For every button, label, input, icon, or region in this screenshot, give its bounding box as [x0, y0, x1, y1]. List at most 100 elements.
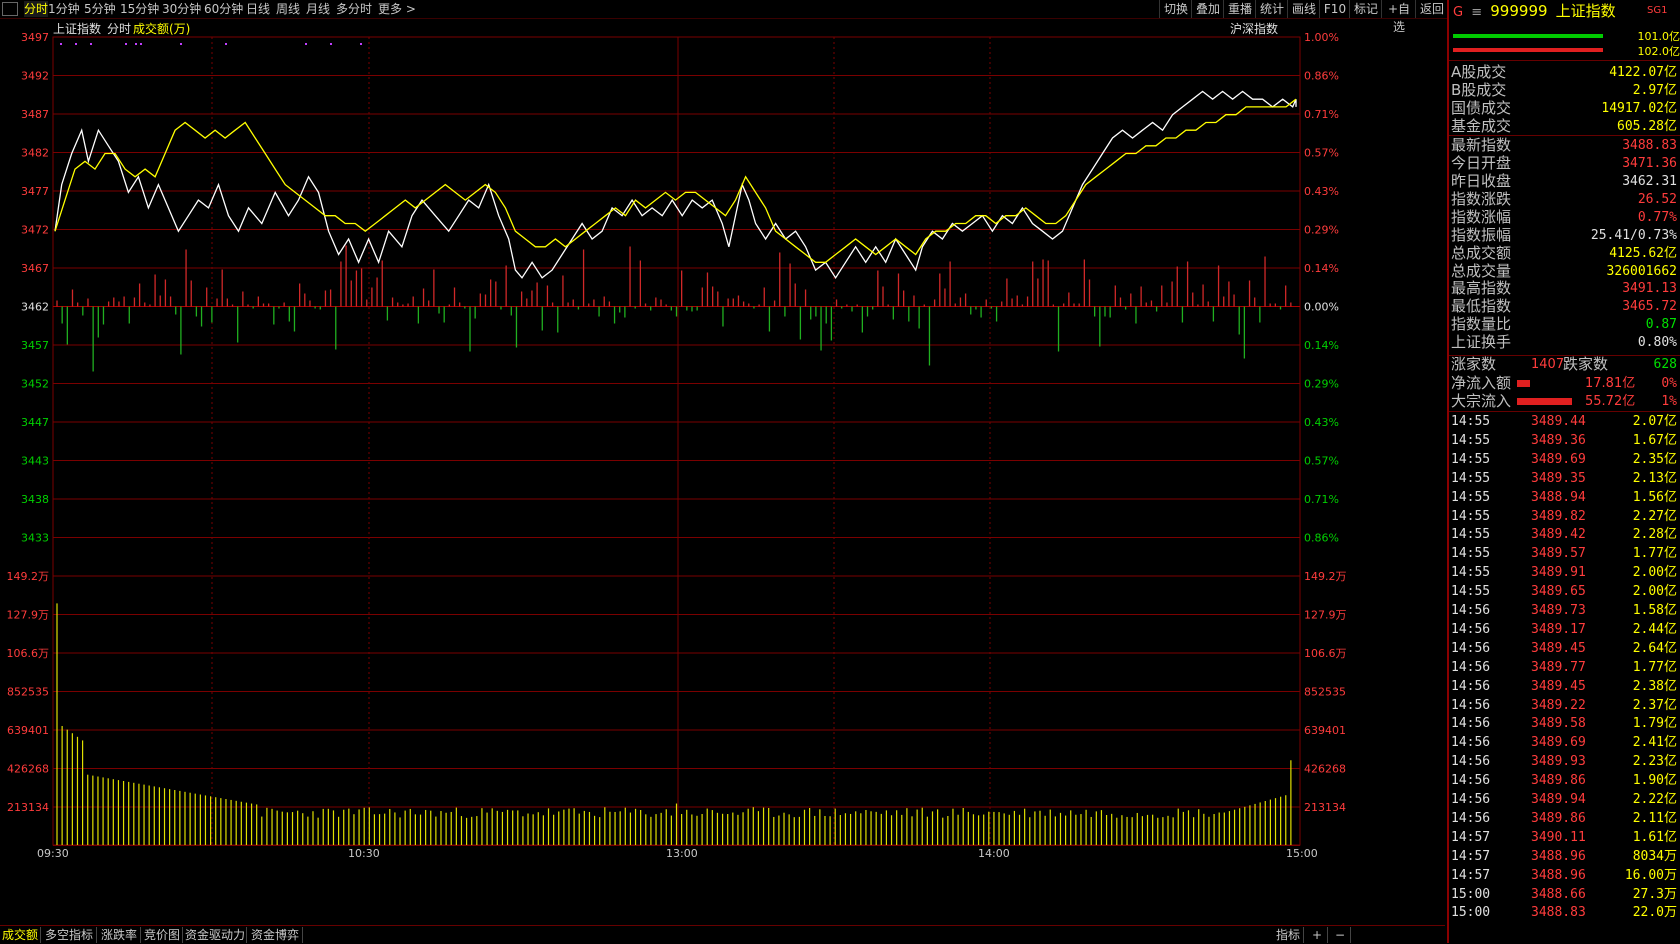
- toolbar-button[interactable]: 统计: [1255, 0, 1288, 18]
- quote-label: 指数振幅: [1451, 226, 1511, 245]
- tick-volume: 2.38亿: [1633, 678, 1677, 696]
- pct-tick-label: 1.00%: [1304, 31, 1339, 44]
- volume-tick-label: 149.2万: [7, 570, 50, 583]
- quote-label: 指数涨幅: [1451, 208, 1511, 227]
- tick-price: 3489.77: [1531, 659, 1586, 677]
- period-tab[interactable]: 多分时: [336, 1, 372, 17]
- quote-value: 0.87: [1646, 315, 1677, 334]
- volume-tick-label: 106.6万: [7, 647, 50, 660]
- tick-price: 3489.45: [1531, 640, 1586, 658]
- toolbar-button[interactable]: +自选: [1381, 0, 1416, 18]
- advance-count: 1407: [1531, 355, 1564, 374]
- tick-time: 14:56: [1451, 734, 1490, 752]
- stock-name: 上证指数: [1556, 2, 1616, 20]
- tick-volume: 2.23亿: [1633, 753, 1677, 771]
- toolbar-button[interactable]: 切换: [1159, 0, 1192, 18]
- pct-tick-label: 0.29%: [1304, 378, 1339, 391]
- event-marker: [225, 43, 227, 45]
- period-tab[interactable]: 30分钟: [162, 1, 201, 17]
- toolbar-button[interactable]: F10: [1319, 0, 1350, 18]
- chart-mode: 分时: [107, 22, 131, 36]
- event-marker: [60, 43, 62, 45]
- tick-row: 14:563489.172.44亿: [1451, 621, 1679, 639]
- period-tab[interactable]: 15分钟: [120, 1, 159, 17]
- toolbar-button[interactable]: 画线: [1287, 0, 1320, 18]
- price-tick-label: 3477: [21, 185, 49, 198]
- quote-label: 昨日收盘: [1451, 172, 1511, 191]
- tick-volume: 2.00亿: [1633, 564, 1677, 582]
- pct-tick-label: 0.14%: [1304, 339, 1339, 352]
- tick-time: 14:56: [1451, 715, 1490, 733]
- menu-icon[interactable]: ≡: [1471, 5, 1482, 20]
- quote-sidebar: G ≡ 999999 上证指数 SG1 101.0亿 102.0亿 A股成交41…: [1447, 0, 1680, 943]
- tick-price: 3489.45: [1531, 678, 1586, 696]
- tick-price: 3489.58: [1531, 715, 1586, 733]
- sidebar-toggle-icon[interactable]: [2, 2, 18, 16]
- price-tick-label: 3457: [21, 339, 49, 352]
- tick-time: 14:56: [1451, 810, 1490, 828]
- decline-count: 628: [1654, 355, 1677, 374]
- quote-row: 指数涨幅0.77%: [1451, 208, 1679, 227]
- indicator-tab[interactable]: 资金博弈: [248, 927, 303, 943]
- fund-flow-row: 净流入额17.81亿0%: [1451, 374, 1679, 393]
- toolbar-button[interactable]: 返回: [1415, 0, 1448, 18]
- tick-volume: 1.56亿: [1633, 489, 1677, 507]
- quote-label: A股成交: [1451, 63, 1506, 82]
- zoom-in-button[interactable]: +: [1307, 927, 1328, 943]
- flow-bar: [1517, 380, 1530, 387]
- tick-time: 14:56: [1451, 772, 1490, 790]
- event-marker: [180, 43, 182, 45]
- volume-tick-label: 852535: [7, 686, 49, 699]
- period-tab[interactable]: 5分钟: [84, 1, 116, 17]
- tick-price: 3489.36: [1531, 432, 1586, 450]
- indicator-tab[interactable]: 资金驱动力: [184, 927, 247, 943]
- quote-label: 基金成交: [1451, 117, 1511, 136]
- period-tab[interactable]: 分时: [24, 1, 48, 17]
- period-tab[interactable]: 60分钟: [204, 1, 243, 17]
- period-tab[interactable]: 日线: [246, 1, 270, 17]
- flow-label: 大宗流入: [1451, 392, 1511, 411]
- quote-value: 3465.72: [1622, 297, 1677, 316]
- divider: [1449, 60, 1680, 61]
- indicator-menu-button[interactable]: 指标: [1273, 927, 1304, 943]
- quote-value: 4122.07亿: [1609, 63, 1677, 82]
- toolbar-button[interactable]: 标记: [1349, 0, 1382, 18]
- intraday-chart[interactable]: 3497349234873482347734723467346234573452…: [0, 19, 1447, 925]
- period-tab[interactable]: 更多 >: [378, 1, 416, 17]
- quote-row: 总成交量326001662: [1451, 262, 1679, 281]
- period-tab[interactable]: 月线: [306, 1, 330, 17]
- flow-pct: 1%: [1661, 392, 1677, 411]
- chart-frame: [53, 37, 1300, 845]
- top-toolbar: 分时1分钟5分钟15分钟30分钟60分钟日线周线月线多分时更多 > 切换叠加重播…: [0, 0, 1680, 19]
- tick-time: 14:56: [1451, 602, 1490, 620]
- bottom-indicator-bar: 成交额多空指标涨跌率竞价图资金驱动力资金博弈 指标+−: [0, 925, 1445, 944]
- divider: [1449, 135, 1680, 136]
- tick-row: 14:553489.652.00亿: [1451, 583, 1679, 601]
- pct-tick-label: 0.00%: [1304, 301, 1339, 314]
- zoom-out-button[interactable]: −: [1330, 927, 1351, 943]
- tick-row: 14:563489.452.38亿: [1451, 678, 1679, 696]
- period-tab[interactable]: 周线: [276, 1, 300, 17]
- price-tick-label: 3492: [21, 70, 49, 83]
- time-tick-label: 15:00: [1286, 847, 1318, 860]
- indicator-tab[interactable]: 成交额: [0, 927, 41, 943]
- sg1-tag: SG1: [1647, 5, 1667, 16]
- toolbar-button[interactable]: 重播: [1223, 0, 1256, 18]
- tick-row: 14:553489.571.77亿: [1451, 545, 1679, 563]
- indicator-tab[interactable]: 竞价图: [142, 927, 183, 943]
- period-tab[interactable]: 1分钟: [48, 1, 80, 17]
- quote-row: 指数涨跌26.52: [1451, 190, 1679, 209]
- tick-price: 3489.17: [1531, 621, 1586, 639]
- tick-volume: 2.00亿: [1633, 583, 1677, 601]
- indicator-tab[interactable]: 涨跌率: [98, 927, 141, 943]
- quote-row: 上证换手0.80%: [1451, 333, 1679, 352]
- tick-time: 14:57: [1451, 867, 1490, 885]
- time-tick-label: 13:00: [666, 847, 698, 860]
- quote-label: 上证换手: [1451, 333, 1511, 352]
- toolbar-button[interactable]: 叠加: [1191, 0, 1224, 18]
- indicator-tab[interactable]: 多空指标: [42, 927, 97, 943]
- event-marker: [125, 43, 127, 45]
- tick-row: 14:553489.822.27亿: [1451, 508, 1679, 526]
- event-marker: [140, 43, 142, 45]
- event-marker: [305, 43, 307, 45]
